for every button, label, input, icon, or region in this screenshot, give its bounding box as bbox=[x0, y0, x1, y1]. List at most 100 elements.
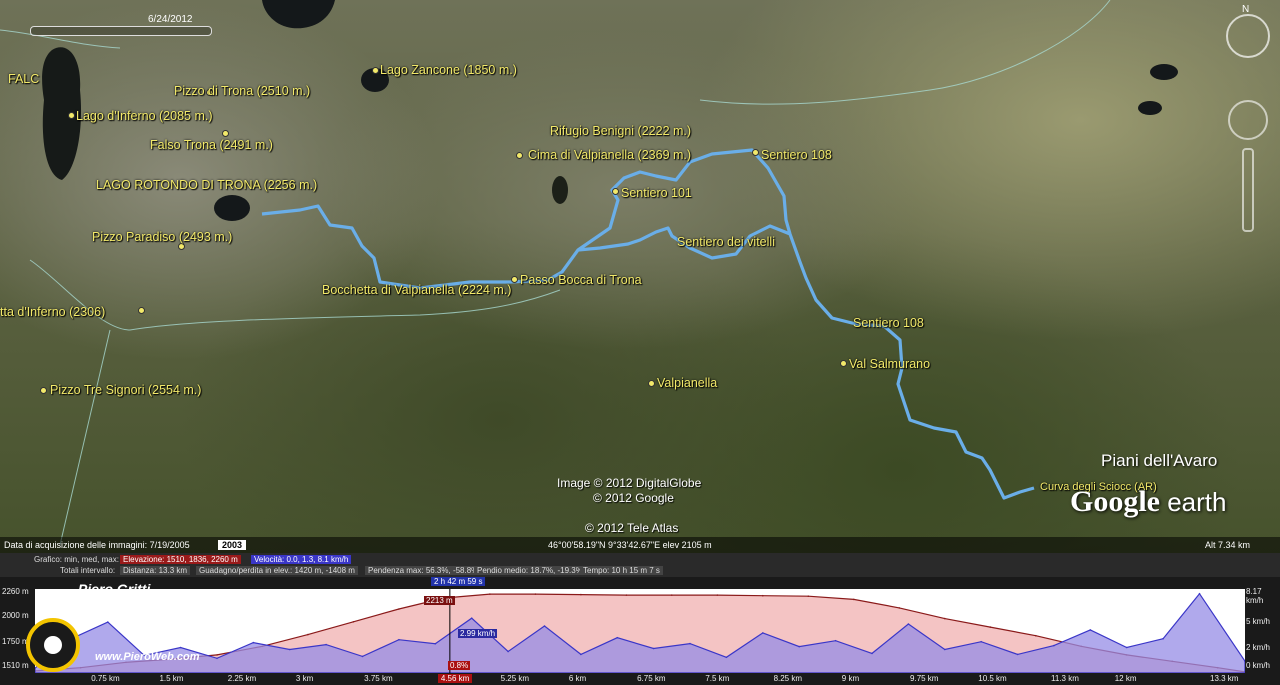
x-tick: 2.25 km bbox=[227, 674, 257, 683]
speed-area-point bbox=[834, 639, 837, 642]
map-label[interactable]: Pizzo Tre Signori (2554 m.) bbox=[50, 383, 201, 397]
map-label[interactable]: Val Salmurano bbox=[849, 357, 930, 371]
map-label[interactable]: LAGO ROTONDO DI TRONA (2256 m.) bbox=[96, 178, 317, 192]
eye-altitude: Alt 7.34 km bbox=[1205, 540, 1251, 550]
speed-area-point bbox=[470, 617, 473, 619]
speed-area-point bbox=[252, 641, 255, 644]
imagery-year-badge[interactable]: 2003 bbox=[218, 540, 247, 550]
y-tick-right: 8.17 km/h bbox=[1246, 587, 1264, 605]
speed-area-point bbox=[725, 656, 728, 659]
y-tick-left: 2260 m bbox=[2, 587, 29, 596]
speed-area-point bbox=[871, 652, 873, 655]
map-label[interactable]: Sentiero 101 bbox=[621, 186, 692, 200]
elevation-area-point bbox=[489, 593, 491, 595]
placemark-icon[interactable] bbox=[222, 130, 229, 137]
logo-word: Google bbox=[1070, 485, 1160, 518]
x-tick: 13.3 km bbox=[1210, 674, 1239, 683]
speed-area-point bbox=[398, 638, 400, 641]
map-label[interactable]: Sentiero 108 bbox=[853, 316, 924, 330]
speed-area-point bbox=[361, 655, 364, 658]
x-tick: 8.25 km bbox=[773, 674, 803, 683]
map-label[interactable]: Falso Trona (2491 m.) bbox=[150, 138, 273, 152]
map-label[interactable]: Lago Zancone (1850 m.) bbox=[380, 63, 517, 77]
speed-area-point bbox=[907, 623, 910, 625]
lago-small-shape-2 bbox=[1138, 101, 1162, 115]
map-label[interactable]: Bocchetta di Valpianella (2224 m.) bbox=[322, 283, 511, 297]
elevation-area-point bbox=[625, 594, 628, 596]
x-tick: 3 km bbox=[295, 674, 314, 683]
placemark-icon[interactable] bbox=[138, 307, 145, 314]
elevation-area-point bbox=[807, 595, 810, 597]
speed-area-point bbox=[689, 642, 691, 645]
cursor-elevation: 2213 m bbox=[424, 596, 455, 605]
placemark-icon[interactable] bbox=[752, 149, 759, 156]
elevation-area-point bbox=[534, 593, 537, 595]
map-label[interactable]: FALC bbox=[8, 72, 39, 86]
time-chip: Tempo: 10 h 15 m 7 s bbox=[580, 566, 663, 575]
placemark-icon[interactable] bbox=[178, 243, 185, 250]
map-label[interactable]: Cima di Valpianella (2369 m.) bbox=[528, 148, 691, 162]
slope-chip: Pendenza max: 56.3%, -58.8% bbox=[365, 566, 482, 575]
look-around-icon[interactable] bbox=[1226, 14, 1270, 58]
elevation-area-point bbox=[216, 654, 218, 656]
place-title[interactable]: Piani dell'Avaro bbox=[1101, 451, 1217, 471]
move-joystick-icon[interactable] bbox=[1228, 100, 1268, 140]
speed-area-point bbox=[1162, 637, 1164, 640]
map-label[interactable]: Pizzo Paradiso (2493 m.) bbox=[92, 230, 232, 244]
placemark-icon[interactable] bbox=[840, 360, 847, 367]
elevation-area-point bbox=[762, 594, 764, 597]
map-label[interactable]: Pizzo di Trona (2510 m.) bbox=[174, 84, 310, 98]
profile-chart-svg bbox=[35, 589, 1245, 673]
speed-area-point bbox=[1198, 592, 1201, 595]
lago-top-shape bbox=[262, 0, 335, 29]
placemark-icon[interactable] bbox=[68, 112, 75, 119]
placemark-icon[interactable] bbox=[612, 188, 619, 195]
elevation-area-point bbox=[944, 617, 946, 620]
placemark-icon[interactable] bbox=[372, 67, 379, 74]
placemark-icon[interactable] bbox=[511, 276, 518, 283]
map-label[interactable]: Sentiero dei vitelli bbox=[677, 235, 775, 249]
map-label[interactable]: Sentiero 108 bbox=[761, 148, 832, 162]
elevation-area-point bbox=[671, 594, 673, 596]
speed-area-point bbox=[325, 643, 327, 646]
elevation-profile-panel[interactable]: Grafico: min, med, max: Elevazione: 1510… bbox=[0, 553, 1280, 685]
distance-chip: Distanza: 13.3 km bbox=[120, 566, 191, 575]
lago-small-shape-1 bbox=[1150, 64, 1178, 80]
map-view[interactable]: 6/24/2012 FALC Pizzo di Trona (2510 m.) … bbox=[0, 0, 1280, 555]
navigation-controls[interactable]: N bbox=[1224, 4, 1270, 238]
elevation-chip[interactable]: Elevazione: 1510, 1836, 2260 m bbox=[120, 555, 241, 564]
zoom-slider[interactable] bbox=[1242, 148, 1254, 232]
timeline-slider[interactable] bbox=[30, 26, 212, 36]
y-tick-right: 5 km/h bbox=[1246, 617, 1271, 626]
speed-area-point bbox=[179, 646, 182, 649]
x-tick: 1.5 km bbox=[159, 674, 184, 683]
x-tick: 6.75 km bbox=[637, 674, 666, 683]
placemark-icon[interactable] bbox=[648, 380, 655, 387]
speed-area-point bbox=[616, 636, 619, 639]
lago-rotondo-shape bbox=[214, 195, 250, 221]
elevation-area-point bbox=[716, 594, 719, 596]
x-tick: 5.25 km bbox=[500, 674, 530, 683]
logo-word: earth bbox=[1160, 487, 1227, 517]
cursor-time: 2 h 42 m 59 s bbox=[431, 577, 486, 586]
placemark-icon[interactable] bbox=[516, 152, 523, 159]
map-label[interactable]: Lago d'Inferno (2085 m.) bbox=[76, 109, 213, 123]
profile-graph[interactable] bbox=[35, 589, 1245, 673]
placemark-icon[interactable] bbox=[40, 387, 47, 394]
map-label[interactable]: Valpianella bbox=[657, 376, 717, 390]
speed-area-point bbox=[580, 653, 582, 656]
elevation-area-point bbox=[398, 608, 400, 610]
cursor-speed: 2.99 km/h bbox=[458, 629, 498, 638]
elevation-area-point bbox=[898, 607, 901, 609]
speed-area-point bbox=[107, 621, 109, 623]
x-tick: 0.75 km bbox=[91, 674, 120, 683]
elevation-area-point bbox=[352, 621, 355, 623]
y-tick-right: 0 km/h bbox=[1246, 661, 1271, 670]
speed-area-point bbox=[543, 625, 546, 627]
x-tick: 10.5 km bbox=[978, 674, 1007, 683]
speed-area-point bbox=[288, 648, 291, 651]
map-label[interactable]: Passo Bocca di Trona bbox=[520, 273, 642, 287]
map-label[interactable]: tta d'Inferno (2306) bbox=[0, 305, 105, 319]
map-label[interactable]: Rifugio Benigni (2222 m.) bbox=[550, 124, 691, 138]
speed-chip[interactable]: Velocità: 0.0, 1.3, 8.1 km/h bbox=[251, 555, 352, 564]
